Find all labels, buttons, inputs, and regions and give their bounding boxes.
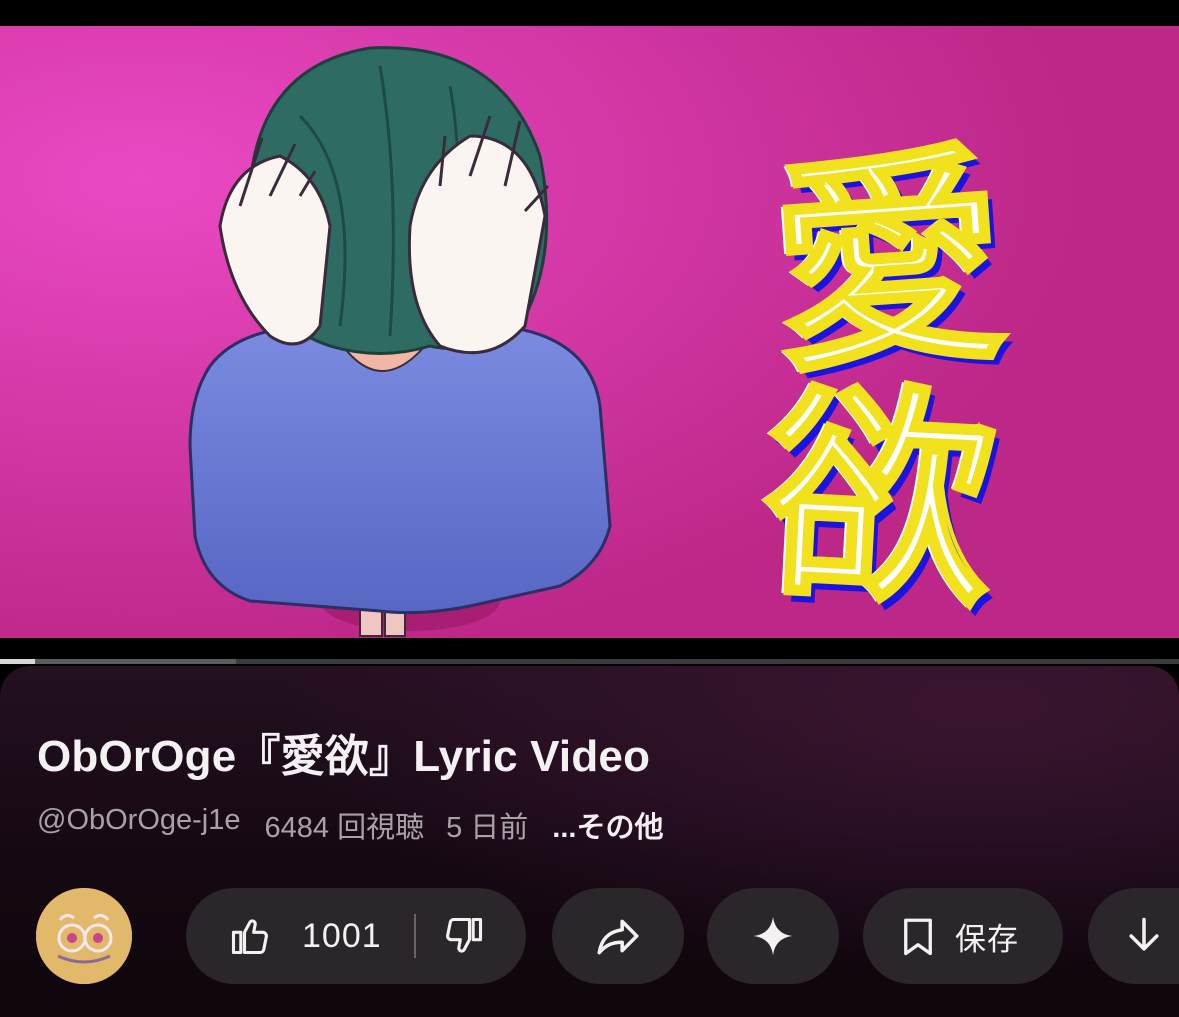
video-watch-page: 愛 愛 愛 欲 欲 欲 ObOrOge『愛欲』Lyric Video @ObOr… (0, 0, 1179, 1017)
sparkle-icon (753, 916, 793, 956)
save-label: 保存 (955, 921, 1019, 957)
like-button[interactable]: 1001 (228, 914, 382, 958)
like-divider (413, 914, 416, 958)
video-frame-illustration: 愛 愛 愛 欲 欲 欲 (0, 26, 1179, 638)
thumbs-up-icon (231, 919, 268, 955)
share-icon (597, 919, 639, 955)
progress-buffered (0, 659, 236, 664)
channel-avatar[interactable] (36, 888, 132, 984)
share-button[interactable] (552, 888, 684, 984)
progress-played (0, 659, 35, 664)
dislike-button[interactable] (442, 914, 486, 958)
upload-age: 5 日前 (446, 812, 529, 844)
thumbs-down-icon (445, 917, 482, 953)
like-count: 1001 (302, 916, 382, 955)
channel-logo-icon (36, 888, 132, 984)
download-button[interactable]: オ (1088, 888, 1179, 984)
video-progress-bar[interactable] (0, 659, 1179, 664)
bookmark-icon (904, 918, 932, 956)
view-count: 6484 回視聴 (264, 812, 425, 844)
video-player[interactable]: 愛 愛 愛 欲 欲 欲 (0, 26, 1179, 638)
video-title[interactable]: ObOrOge『愛欲』Lyric Video (37, 720, 650, 784)
ask-ai-button[interactable] (707, 888, 839, 984)
save-button[interactable]: 保存 (863, 888, 1063, 984)
download-icon (1129, 917, 1159, 951)
title-art: 愛 愛 愛 欲 欲 欲 (753, 118, 1020, 638)
svg-text:欲: 欲 (757, 358, 1002, 638)
video-metadata[interactable]: @ObOrOge-j1e 6484 回視聴 5 日前 ...その他 (37, 804, 663, 846)
like-dislike-group: 1001 (186, 888, 526, 984)
more-link[interactable]: ...その他 (552, 804, 663, 846)
channel-handle[interactable]: @ObOrOge-j1e (37, 804, 241, 846)
